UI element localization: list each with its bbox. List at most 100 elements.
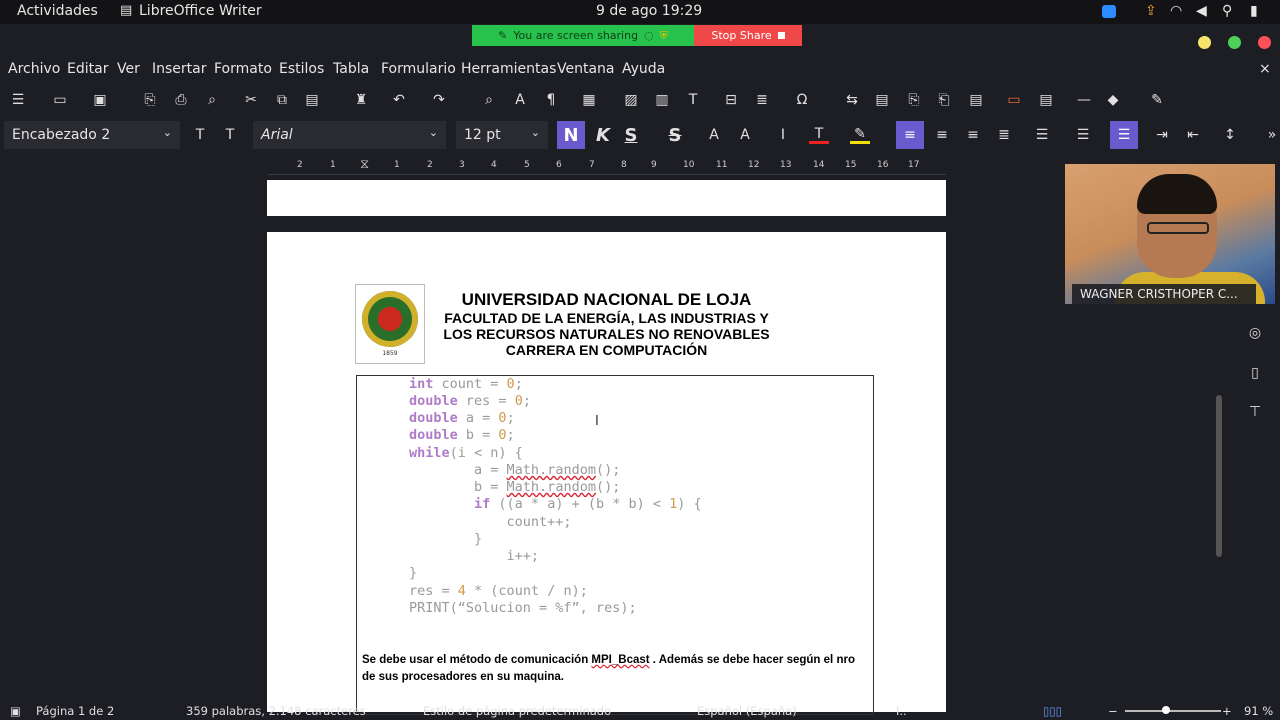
outline-list-button[interactable]: ☰ [1110,121,1138,149]
page-icon[interactable]: ▯ [1246,364,1264,382]
menu-herramientas[interactable]: Herramientas [461,61,556,77]
page-style[interactable]: Estilo de página predeterminado [423,704,611,718]
align-right-icon[interactable]: ≡ [963,126,983,144]
export-pdf-icon[interactable]: ⎘ [140,91,160,109]
save-status-icon[interactable]: ▣ [10,704,21,718]
mic-icon[interactable]: ⚲ [1222,3,1232,19]
zoom-icon[interactable] [1102,5,1116,18]
find-replace-icon[interactable]: ⌕ [479,91,499,109]
view-layout-icon[interactable]: ▯▯▯ [1043,704,1062,718]
app-name[interactable]: LibreOffice Writer [139,3,262,19]
new-style-icon[interactable]: T [220,126,240,144]
font-size-select[interactable]: 12 pt ⌄ [456,121,548,149]
superscript-icon[interactable]: A [704,126,724,144]
document-page[interactable]: 1859 UNIVERSIDAD NACIONAL DE LOJA FACULT… [267,232,946,715]
language[interactable]: Español (España) [697,704,797,718]
menu-tabla[interactable]: Tabla [333,61,369,77]
insert-line-icon[interactable]: — [1074,91,1094,109]
bold-button[interactable]: N [557,121,585,149]
insert-chart-icon[interactable]: ▥ [652,91,672,109]
menu-editar[interactable]: Editar [67,61,108,77]
minimize-button[interactable] [1198,36,1211,49]
code-frame[interactable]: int count = 0; double res = 0; double a … [356,375,874,715]
indent-marker-icon[interactable]: ⧖ [360,157,369,172]
italic-button[interactable]: K [593,125,613,146]
underline-button[interactable]: S [621,125,641,146]
paste-icon[interactable]: ▤ [302,91,322,109]
copy-icon[interactable]: ⧉ [272,91,292,109]
font-color-icon[interactable]: T [809,126,829,144]
insert-table-icon[interactable]: ▦ [579,91,599,109]
formatting-marks-icon[interactable]: ¶ [541,91,561,109]
clear-formatting-icon[interactable]: I [773,126,793,144]
footnote-icon[interactable]: ▤ [872,91,892,109]
navigator-icon[interactable]: ◎ [1246,324,1264,342]
sidebar-toggle-icon[interactable]: ☰ [8,91,28,109]
close-document-icon[interactable]: × [1259,61,1271,77]
cut-icon[interactable]: ✂ [241,91,261,109]
close-window-button[interactable] [1258,36,1271,49]
ordered-list-icon[interactable]: ☰ [1073,126,1093,144]
subscript-icon[interactable]: A [735,126,755,144]
draw-icon[interactable]: ✎ [1147,91,1167,109]
previous-page[interactable] [267,180,946,216]
line-spacing-icon[interactable]: ↕ [1220,126,1240,144]
redo-icon[interactable]: ↷ [429,91,449,109]
zoom-out-icon[interactable]: − [1108,704,1118,718]
bookmark-icon[interactable]: ⎗ [934,91,954,109]
more-options-icon[interactable]: » [1262,126,1280,144]
menu-formato[interactable]: Formato [214,61,272,77]
insert-mode-icon[interactable]: I.. [896,704,907,718]
menu-ver[interactable]: Ver [117,61,140,77]
menu-estilos[interactable]: Estilos [279,61,324,77]
save-icon[interactable]: ▣ [90,91,110,109]
paragraph-style-select[interactable]: Encabezado 2 ⌄ [4,121,180,149]
insert-image-icon[interactable]: ▨ [621,91,641,109]
unordered-list-icon[interactable]: ☰ [1032,126,1052,144]
stop-share-button[interactable]: Stop Share [694,25,802,46]
font-name-select[interactable]: Arial ⌄ [253,121,446,149]
highlight-icon[interactable]: ✎ [850,126,870,144]
zoom-in-icon[interactable]: + [1222,704,1232,718]
track-changes-icon[interactable]: ▤ [1036,91,1056,109]
increase-indent-icon[interactable]: ⇥ [1152,126,1172,144]
insert-textbox-icon[interactable]: T [683,91,703,109]
page-count[interactable]: Página 1 de 2 [36,704,114,718]
strikethrough-button[interactable]: S [665,125,685,146]
zoom-level[interactable]: 91 % [1244,704,1273,718]
clock[interactable]: 9 de ago 19:29 [596,3,702,19]
justify-icon[interactable]: ≣ [994,126,1014,144]
comment-icon[interactable]: ▭ [1004,91,1024,109]
hyperlink-icon[interactable]: ⇆ [842,91,862,109]
special-character-icon[interactable]: Ω [792,91,812,109]
open-icon[interactable]: ▭ [50,91,70,109]
menu-insertar[interactable]: Insertar [152,61,207,77]
vertical-scrollbar[interactable] [1216,395,1222,557]
menu-ventana[interactable]: Ventana [557,61,615,77]
word-count[interactable]: 359 palabras, 2.148 caracteres [186,704,366,718]
horizontal-ruler[interactable]: 2 1 ⧖ 1 2 3 4 5 6 7 8 9 10 11 12 13 14 1… [268,157,946,175]
menu-ayuda[interactable]: Ayuda [622,61,665,77]
activities-button[interactable]: Actividades [17,3,98,19]
style-inspector-icon[interactable]: ⊤ [1246,403,1264,421]
print-icon[interactable]: ⎙ [171,91,191,109]
spelling-icon[interactable]: A [510,91,530,109]
print-preview-icon[interactable]: ⌕ [202,91,222,109]
menu-formulario[interactable]: Formulario [381,61,456,77]
wifi-icon[interactable]: ◠ [1170,3,1182,19]
align-left-button[interactable]: ≡ [896,121,924,149]
basic-shapes-icon[interactable]: ◆ [1103,91,1123,109]
pin-icon[interactable]: ✎ [498,29,507,42]
page-break-icon[interactable]: ⊟ [721,91,741,109]
screen-share-icon[interactable]: ⇪ [1145,3,1157,19]
zoom-slider[interactable] [1125,710,1221,712]
volume-icon[interactable]: ◀ [1196,3,1207,19]
decrease-indent-icon[interactable]: ⇤ [1183,126,1203,144]
menu-archivo[interactable]: Archivo [8,61,60,77]
update-style-icon[interactable]: T [190,126,210,144]
cross-reference-icon[interactable]: ▤ [966,91,986,109]
clone-formatting-icon[interactable]: ♜ [351,91,371,109]
endnote-icon[interactable]: ⎘ [904,91,924,109]
insert-field-icon[interactable]: ≣ [752,91,772,109]
maximize-button[interactable] [1228,36,1241,49]
